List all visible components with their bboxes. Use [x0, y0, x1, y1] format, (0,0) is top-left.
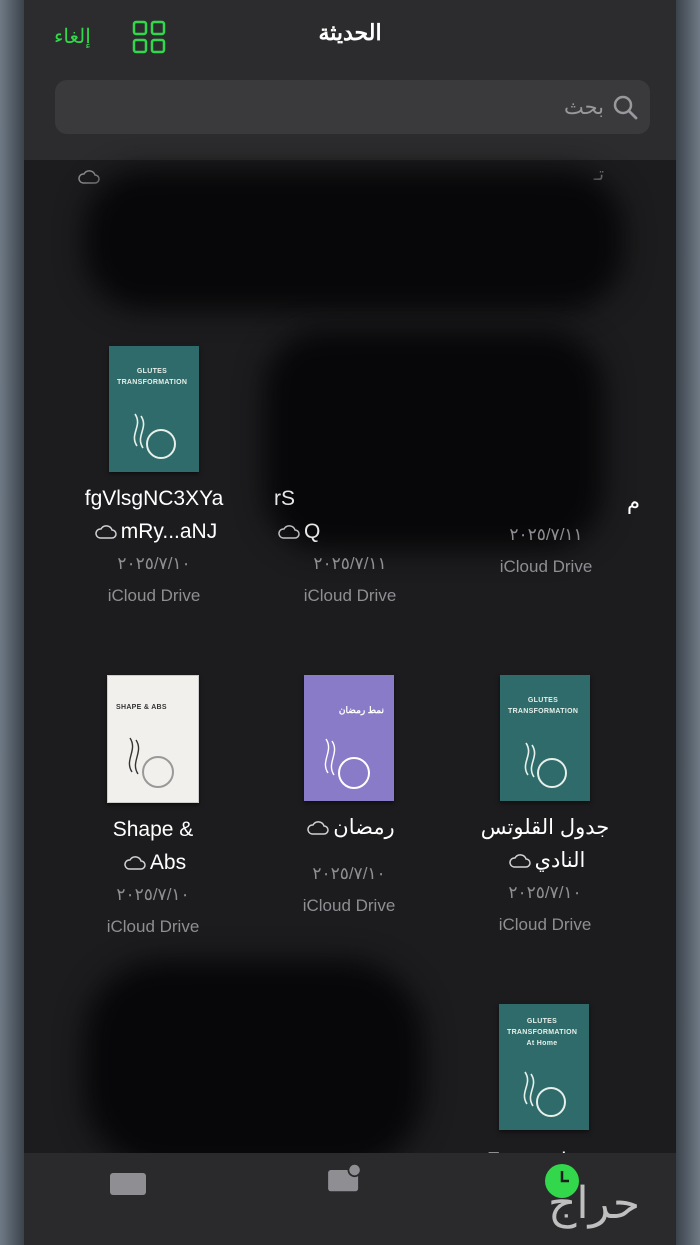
file-location: iCloud Drive: [303, 586, 397, 605]
file-thumbnail: SHAPE & ABS: [107, 675, 199, 803]
files-browser-screen: إلغاء الحديثة تـ GLUTES TRANSFORMATION: [24, 0, 676, 1245]
coffee-steam-icon: [324, 738, 370, 789]
tab-browse-icon[interactable]: [108, 1167, 148, 1197]
file-name: Shape & Abs: [112, 818, 194, 874]
file-item[interactable]: rS Q ٢٠٢٥/٧/١١ iCloud Drive: [250, 346, 450, 612]
page-title: الحديثة: [318, 20, 382, 45]
cloud-icon: [95, 525, 117, 540]
file-date: ٢٠٢٥/٧/١٠: [116, 885, 190, 904]
file-name: rS Q: [274, 487, 321, 543]
cloud-icon: [307, 821, 330, 836]
file-thumbnail: GLUTES TRANSFORMATION At Home: [499, 1004, 589, 1130]
file-location: iCloud Drive: [302, 896, 396, 915]
file-thumbnail: نمط رمضان: [304, 675, 394, 801]
file-thumbnail: GLUTES TRANSFORMATION: [109, 346, 199, 472]
coffee-steam-icon: [133, 413, 176, 459]
file-name: رمضان: [249, 811, 449, 844]
search-bar[interactable]: [55, 80, 650, 134]
coffee-steam-icon: [523, 1071, 566, 1117]
file-name: جدول القلوتس النادي: [480, 816, 610, 872]
watermark-logo: حراج: [548, 1179, 641, 1228]
file-location: iCloud Drive: [498, 915, 592, 934]
search-icon: [613, 95, 638, 120]
coffee-steam-icon: [524, 742, 567, 788]
redacted-area: [84, 960, 424, 1170]
file-location: iCloud Drive: [499, 557, 593, 576]
file-date: ٢٠٢٥/٧/١٠: [508, 883, 582, 902]
tab-shared-icon[interactable]: [324, 1163, 364, 1193]
cloud-icon: [508, 854, 531, 869]
file-thumbnail: GLUTES TRANSFORMATION: [500, 675, 590, 801]
file-location: iCloud Drive: [106, 917, 200, 936]
cloud-icon: [124, 856, 146, 871]
file-date: ٢٠٢٥/٧/١٠: [117, 554, 191, 573]
navigation-header: إلغاء الحديثة: [24, 0, 676, 160]
file-item[interactable]: GLUTES TRANSFORMATIONAt Home Fas workout: [444, 1004, 644, 1177]
file-date: ٢٠٢٥/٧/١١: [313, 554, 387, 573]
file-name: fgVlsgNC3XYa mRy...aNJ: [84, 487, 224, 543]
file-date: ٢٠٢٥/٧/١١: [509, 525, 583, 544]
file-thumbnail: [250, 346, 450, 472]
search-input[interactable]: [82, 90, 606, 126]
file-item[interactable]: GLUTES TRANSFORMATION جدول القلوتس الناد…: [445, 675, 645, 941]
cloud-icon: [278, 525, 300, 540]
redacted-area: [84, 170, 624, 310]
cloud-icon: [78, 170, 100, 184]
file-location: iCloud Drive: [107, 586, 201, 605]
file-item[interactable]: م ٢٠٢٥/٧/١١ iCloud Drive: [446, 346, 646, 583]
file-thumbnail: [446, 346, 646, 472]
file-item[interactable]: SHAPE & ABS Shape & Abs ٢٠٢٥/٧/١٠ iCloud…: [53, 675, 253, 943]
file-date: ٢٠٢٥/٧/١٠: [312, 864, 386, 883]
file-item[interactable]: GLUTES TRANSFORMATION fgVlsgNC3XYa mRy..…: [54, 346, 254, 612]
file-item[interactable]: نمط رمضان رمضان ٢٠٢٥/٧/١٠ iCloud Drive: [249, 675, 449, 922]
coffee-steam-icon: [128, 737, 174, 788]
file-name: م: [626, 491, 640, 514]
